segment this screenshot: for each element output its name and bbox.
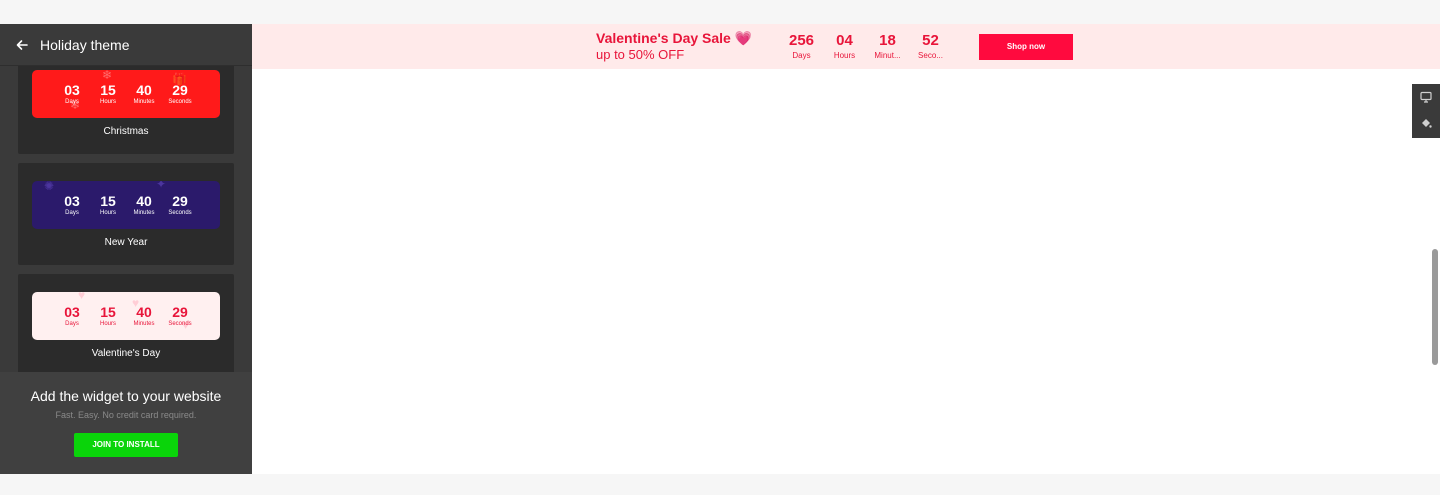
timer-unit: 15 Hours bbox=[99, 81, 116, 105]
countdown-banner: Valentine's Day Sale 💗 up to 50% OFF 256… bbox=[252, 24, 1440, 69]
install-title: Add the widget to your website bbox=[30, 388, 222, 404]
join-to-install-button[interactable]: JOIN TO INSTALL bbox=[74, 433, 178, 457]
banner-text: Valentine's Day Sale 💗 up to 50% OFF bbox=[596, 30, 752, 64]
timer-unit: 40 Minutes bbox=[133, 81, 155, 105]
theme-caption: Valentine's Day bbox=[91, 348, 161, 359]
timer-unit: 03 Days bbox=[64, 192, 80, 216]
app: Holiday theme ❄ ❄ 🎁 03 Days 15 Hours 40 Min… bbox=[0, 24, 1440, 474]
timer-unit: 29 Seconds bbox=[168, 192, 192, 216]
timer-unit: 03 Days bbox=[64, 303, 80, 327]
theme-card-christmas[interactable]: ❄ ❄ 🎁 03 Days 15 Hours 40 Minutes 29 Seconds… bbox=[18, 66, 234, 154]
valentines-preview: ♥ ♥ ♥ 03 Days 15 Hours 40 Minutes 29 Seconds bbox=[32, 292, 220, 340]
timer-unit-days: 256 Days bbox=[788, 32, 815, 60]
paint-bucket-icon[interactable] bbox=[1412, 110, 1440, 136]
timer-unit: 03 Days bbox=[64, 81, 80, 105]
preview-toolbar bbox=[1412, 84, 1440, 138]
timer-unit: 29 Seconds bbox=[168, 81, 192, 105]
christmas-preview: ❄ ❄ 🎁 03 Days 15 Hours 40 Minutes 29 Seconds bbox=[32, 70, 220, 118]
scrollbar[interactable] bbox=[1432, 249, 1438, 365]
theme-caption: New Year bbox=[104, 237, 148, 248]
theme-card-new-year[interactable]: ✺ ✦ 03 Days 15 Hours 40 Minutes 29 Seconds N… bbox=[18, 163, 234, 265]
timer-unit: 15 Hours bbox=[99, 192, 116, 216]
banner-subtitle: up to 50% OFF bbox=[596, 47, 685, 62]
theme-card-valentines-day[interactable]: ♥ ♥ ♥ 03 Days 15 Hours 40 Minutes 29 Seconds… bbox=[18, 274, 234, 372]
sidebar: Holiday theme ❄ ❄ 🎁 03 Days 15 Hours 40 Min… bbox=[0, 24, 252, 474]
firework-icon: ✺ bbox=[44, 181, 55, 193]
preview-area: Valentine's Day Sale 💗 up to 50% OFF 256… bbox=[252, 24, 1440, 474]
theme-list[interactable]: ❄ ❄ 🎁 03 Days 15 Hours 40 Minutes 29 Seconds… bbox=[0, 66, 252, 372]
install-subtitle: Fast. Easy. No credit card required. bbox=[55, 410, 197, 420]
timer-unit: 40 Minutes bbox=[133, 192, 155, 216]
desktop-icon[interactable] bbox=[1412, 84, 1440, 110]
timer-unit-hours: 04 Hours bbox=[833, 32, 856, 60]
sidebar-header: Holiday theme bbox=[0, 24, 252, 66]
back-arrow-icon[interactable] bbox=[15, 38, 29, 52]
install-promo: Add the widget to your website Fast. Eas… bbox=[0, 372, 252, 474]
theme-caption: Christmas bbox=[103, 126, 149, 137]
heart-icon: ♥ bbox=[78, 292, 86, 302]
timer-unit-seconds: 52 Seco... bbox=[918, 32, 943, 60]
banner-timer: 256 Days 04 Hours 18 Minut... 52 Seco... bbox=[780, 32, 952, 62]
timer-unit-minutes: 18 Minut... bbox=[874, 32, 901, 60]
timer-unit: 29 Seconds bbox=[168, 303, 192, 327]
snowflake-icon: ❄ bbox=[102, 70, 113, 82]
sidebar-title: Holiday theme bbox=[40, 36, 130, 53]
timer-unit: 40 Minutes bbox=[133, 303, 155, 327]
timer-unit: 15 Hours bbox=[99, 303, 116, 327]
banner-title: Valentine's Day Sale 💗 bbox=[596, 30, 753, 46]
shop-now-button[interactable]: Shop now bbox=[979, 34, 1073, 60]
new-year-preview: ✺ ✦ 03 Days 15 Hours 40 Minutes 29 Seconds bbox=[32, 181, 220, 229]
firework-icon: ✦ bbox=[156, 181, 167, 191]
